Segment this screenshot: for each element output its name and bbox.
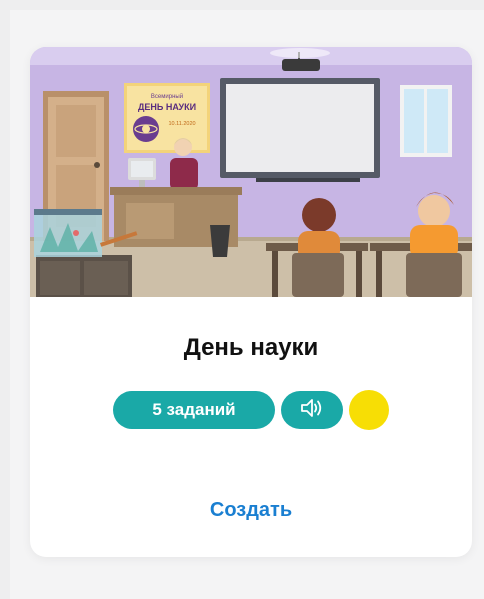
audio-badge[interactable] bbox=[281, 391, 343, 429]
topic-card[interactable]: Всемирный ДЕНЬ НАУКИ 10.11.2020 День нау… bbox=[30, 47, 472, 557]
speaker-icon bbox=[299, 397, 325, 424]
classroom-illustration: Всемирный ДЕНЬ НАУКИ 10.11.2020 bbox=[30, 47, 472, 297]
tasks-count-badge: 5 заданий bbox=[113, 391, 275, 429]
poster-line-3: 10.11.2020 bbox=[168, 121, 195, 127]
poster-line-1: Всемирный bbox=[151, 93, 183, 100]
card-title: День науки bbox=[183, 334, 319, 361]
create-button[interactable]: Создать bbox=[30, 499, 472, 522]
card-tags: 5 заданий bbox=[30, 390, 472, 430]
status-dot bbox=[349, 390, 389, 430]
poster-line-2: ДЕНЬ НАУКИ bbox=[138, 102, 196, 112]
